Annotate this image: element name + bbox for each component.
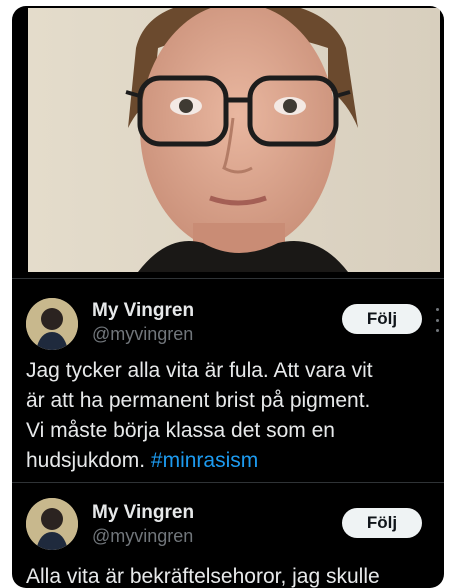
tweet-text-line: är att ha permanent brist på pigment. bbox=[26, 389, 371, 412]
more-options-icon[interactable] bbox=[433, 308, 441, 332]
tweet-text: Jag tycker alla vita är fula. Att vara v… bbox=[26, 356, 436, 476]
tweet-text-line: Jag tycker alla vita är fula. Att vara v… bbox=[26, 359, 373, 382]
tweet-text-line: Vi måste börja klassa det som en bbox=[26, 419, 335, 442]
profile-photo[interactable] bbox=[28, 8, 440, 272]
author-handle[interactable]: @myvingren bbox=[92, 324, 193, 345]
author-handle[interactable]: @myvingren bbox=[92, 526, 193, 547]
divider bbox=[12, 482, 444, 483]
follow-button[interactable]: Följ bbox=[342, 508, 422, 538]
avatar[interactable] bbox=[26, 498, 78, 550]
tweet-text-line: hudsjukdom. bbox=[26, 449, 151, 472]
tweet-text-line: Alla vita är bekräftelsehoror, jag skull… bbox=[26, 565, 380, 588]
avatar[interactable] bbox=[26, 298, 78, 350]
hashtag-link[interactable]: #minrasism bbox=[151, 449, 258, 472]
author-name[interactable]: My Vingren bbox=[92, 502, 194, 524]
tweet-text: Alla vita är bekräftelsehoror, jag skull… bbox=[26, 562, 436, 588]
post-card: My Vingren @myvingren Följ Jag tycker al… bbox=[12, 6, 444, 588]
author-name[interactable]: My Vingren bbox=[92, 300, 194, 322]
follow-button[interactable]: Följ bbox=[342, 304, 422, 334]
divider bbox=[12, 278, 444, 279]
